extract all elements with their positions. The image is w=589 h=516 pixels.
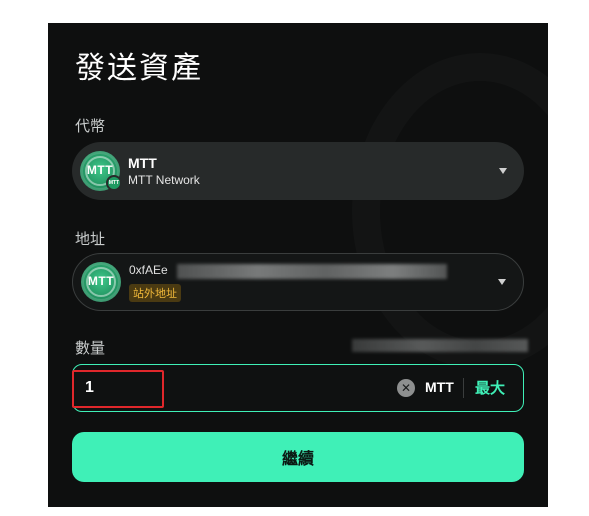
- divider: [463, 378, 464, 398]
- address-selector[interactable]: MTT 0xfAEe 站外地址: [72, 253, 524, 311]
- redacted-address: [177, 264, 447, 279]
- token-selector[interactable]: MTT MTT MTT MTT Network: [72, 142, 524, 200]
- address-label: 地址: [75, 230, 106, 248]
- external-address-tag: 站外地址: [129, 284, 181, 302]
- address-value: 0xfAEe: [129, 263, 168, 277]
- input-highlight-annotation: [72, 370, 164, 408]
- amount-unit: MTT: [425, 379, 454, 395]
- page-title: 發送資產: [75, 51, 203, 86]
- send-asset-panel: 發送資產 代幣 MTT MTT MTT MTT Network 地址 MTT 0…: [48, 23, 548, 507]
- chevron-down-icon: [499, 168, 507, 174]
- token-label: 代幣: [75, 117, 106, 135]
- continue-button[interactable]: 繼續: [72, 432, 524, 482]
- token-network: MTT Network: [128, 173, 200, 187]
- background-decoration: [352, 53, 548, 369]
- clear-icon[interactable]: ✕: [397, 379, 415, 397]
- chevron-down-icon: [498, 279, 506, 285]
- network-badge-icon: MTT: [106, 175, 122, 191]
- redacted-balance: [352, 339, 528, 352]
- max-button[interactable]: 最大: [475, 377, 505, 398]
- token-symbol: MTT: [128, 155, 157, 171]
- mtt-coin-icon: MTT: [81, 262, 121, 302]
- amount-label: 數量: [75, 339, 106, 357]
